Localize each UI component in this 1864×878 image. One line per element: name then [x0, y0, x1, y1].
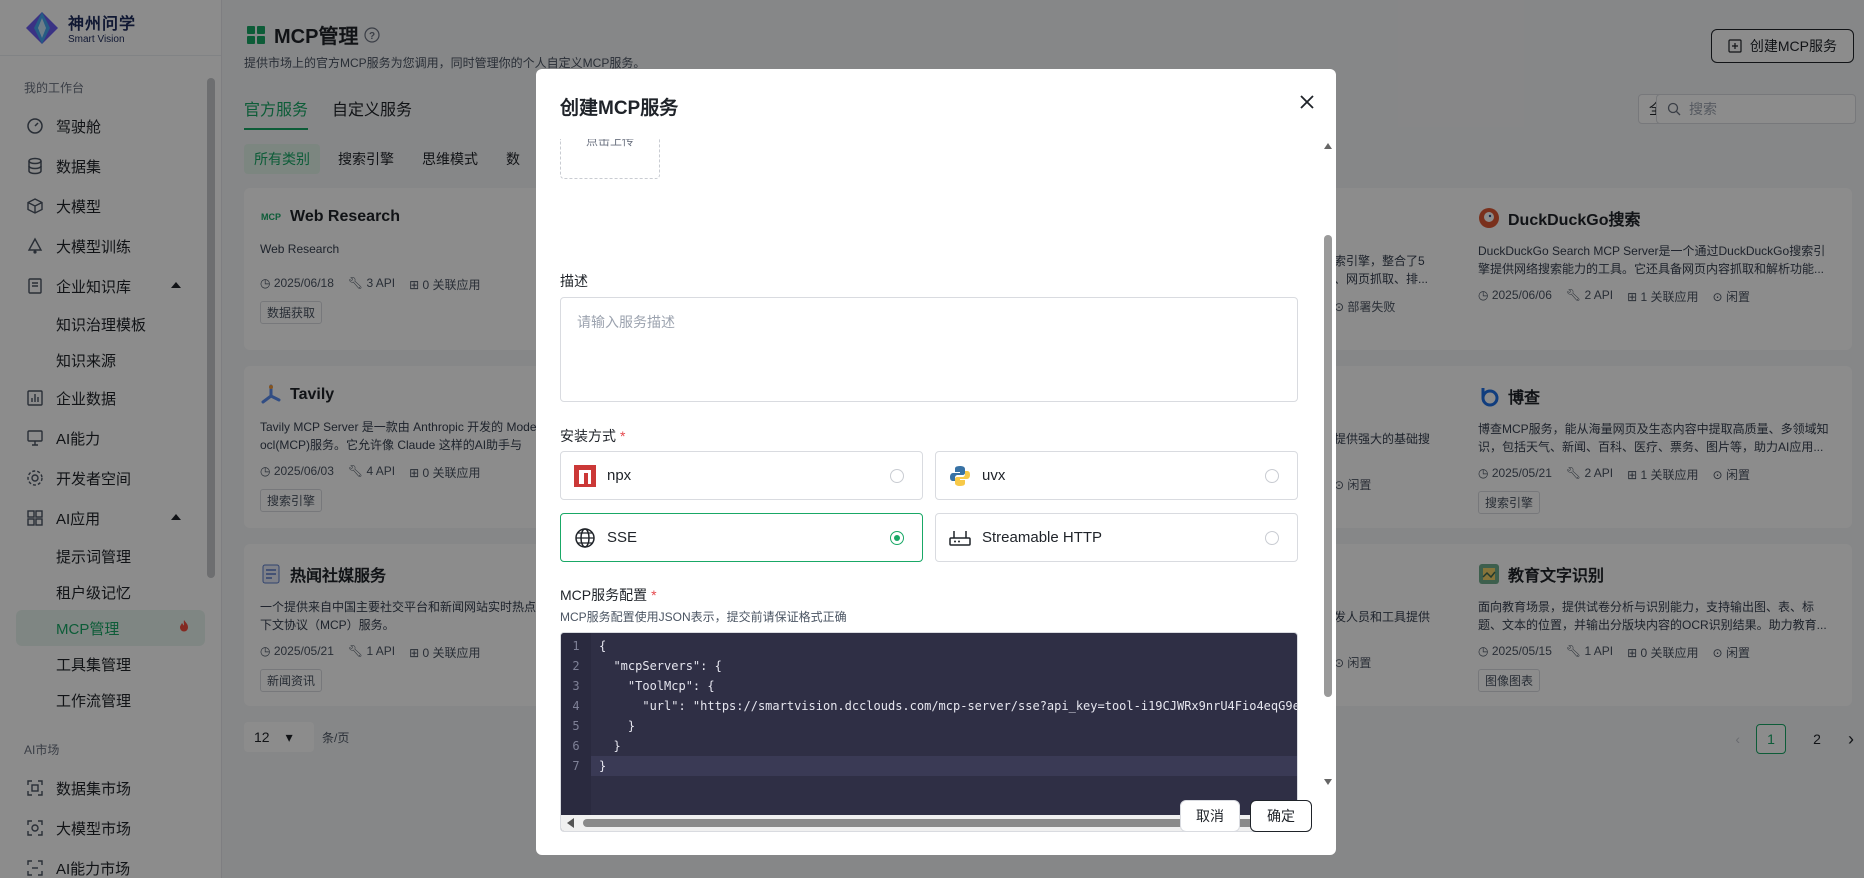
description-textarea[interactable]: 请输入服务描述	[560, 297, 1298, 402]
line-number-gutter: 1 2 3 4 5 6 7	[561, 633, 591, 815]
code-line: "url": "https://smartvision.dcclouds.com…	[599, 699, 1298, 713]
code-line: "mcpServers": {	[599, 659, 722, 673]
globe-icon	[573, 526, 597, 550]
install-option-sse[interactable]: SSE	[560, 513, 923, 562]
scroll-down-icon[interactable]	[1324, 779, 1332, 785]
router-icon	[948, 526, 972, 550]
code-lines: { "mcpServers": { "ToolMcp": { "url": "h…	[599, 636, 1298, 776]
install-option-uvx[interactable]: uvx	[935, 451, 1298, 500]
option-label: Streamable HTTP	[982, 529, 1103, 546]
install-option-npx[interactable]: npx	[560, 451, 923, 500]
cancel-button[interactable]: 取消	[1180, 800, 1240, 832]
radio-uvx[interactable]	[1265, 469, 1279, 483]
code-line: }	[599, 759, 607, 773]
dialog-body: 点击上传 描述 请输入服务描述 安装方式 * npx uvx SSE Stream…	[560, 139, 1298, 839]
dialog-vertical-scrollbar[interactable]	[1324, 143, 1332, 785]
scroll-left-icon[interactable]	[567, 818, 574, 828]
confirm-button[interactable]: 确定	[1250, 800, 1312, 832]
npm-icon	[573, 464, 597, 488]
radio-sse[interactable]	[890, 531, 904, 545]
close-icon[interactable]	[1298, 93, 1316, 111]
install-option-streamable-http[interactable]: Streamable HTTP	[935, 513, 1298, 562]
config-label: MCP服务配置 *	[560, 587, 657, 603]
python-icon	[948, 464, 972, 488]
option-label: npx	[607, 467, 632, 484]
scroll-up-icon[interactable]	[1324, 143, 1332, 149]
code-line: }	[599, 719, 636, 733]
code-line: {	[599, 639, 607, 653]
code-line: }	[599, 739, 621, 753]
option-label: uvx	[982, 467, 1006, 484]
desc-label: 描述	[560, 273, 588, 289]
upload-area[interactable]: 点击上传	[560, 139, 660, 179]
option-label: SSE	[607, 529, 638, 546]
config-hint: MCP服务配置使用JSON表示，提交前请保证格式正确	[560, 610, 847, 624]
dialog-title: 创建MCP服务	[560, 98, 679, 119]
install-label: 安装方式 *	[560, 428, 626, 444]
code-line: "ToolMcp": {	[599, 679, 715, 693]
radio-streamable-http[interactable]	[1265, 531, 1279, 545]
description-placeholder: 请输入服务描述	[577, 314, 675, 330]
create-mcp-dialog: 创建MCP服务 点击上传 描述 请输入服务描述 安装方式 * npx uvx SS…	[536, 69, 1336, 855]
radio-npx[interactable]	[890, 469, 904, 483]
